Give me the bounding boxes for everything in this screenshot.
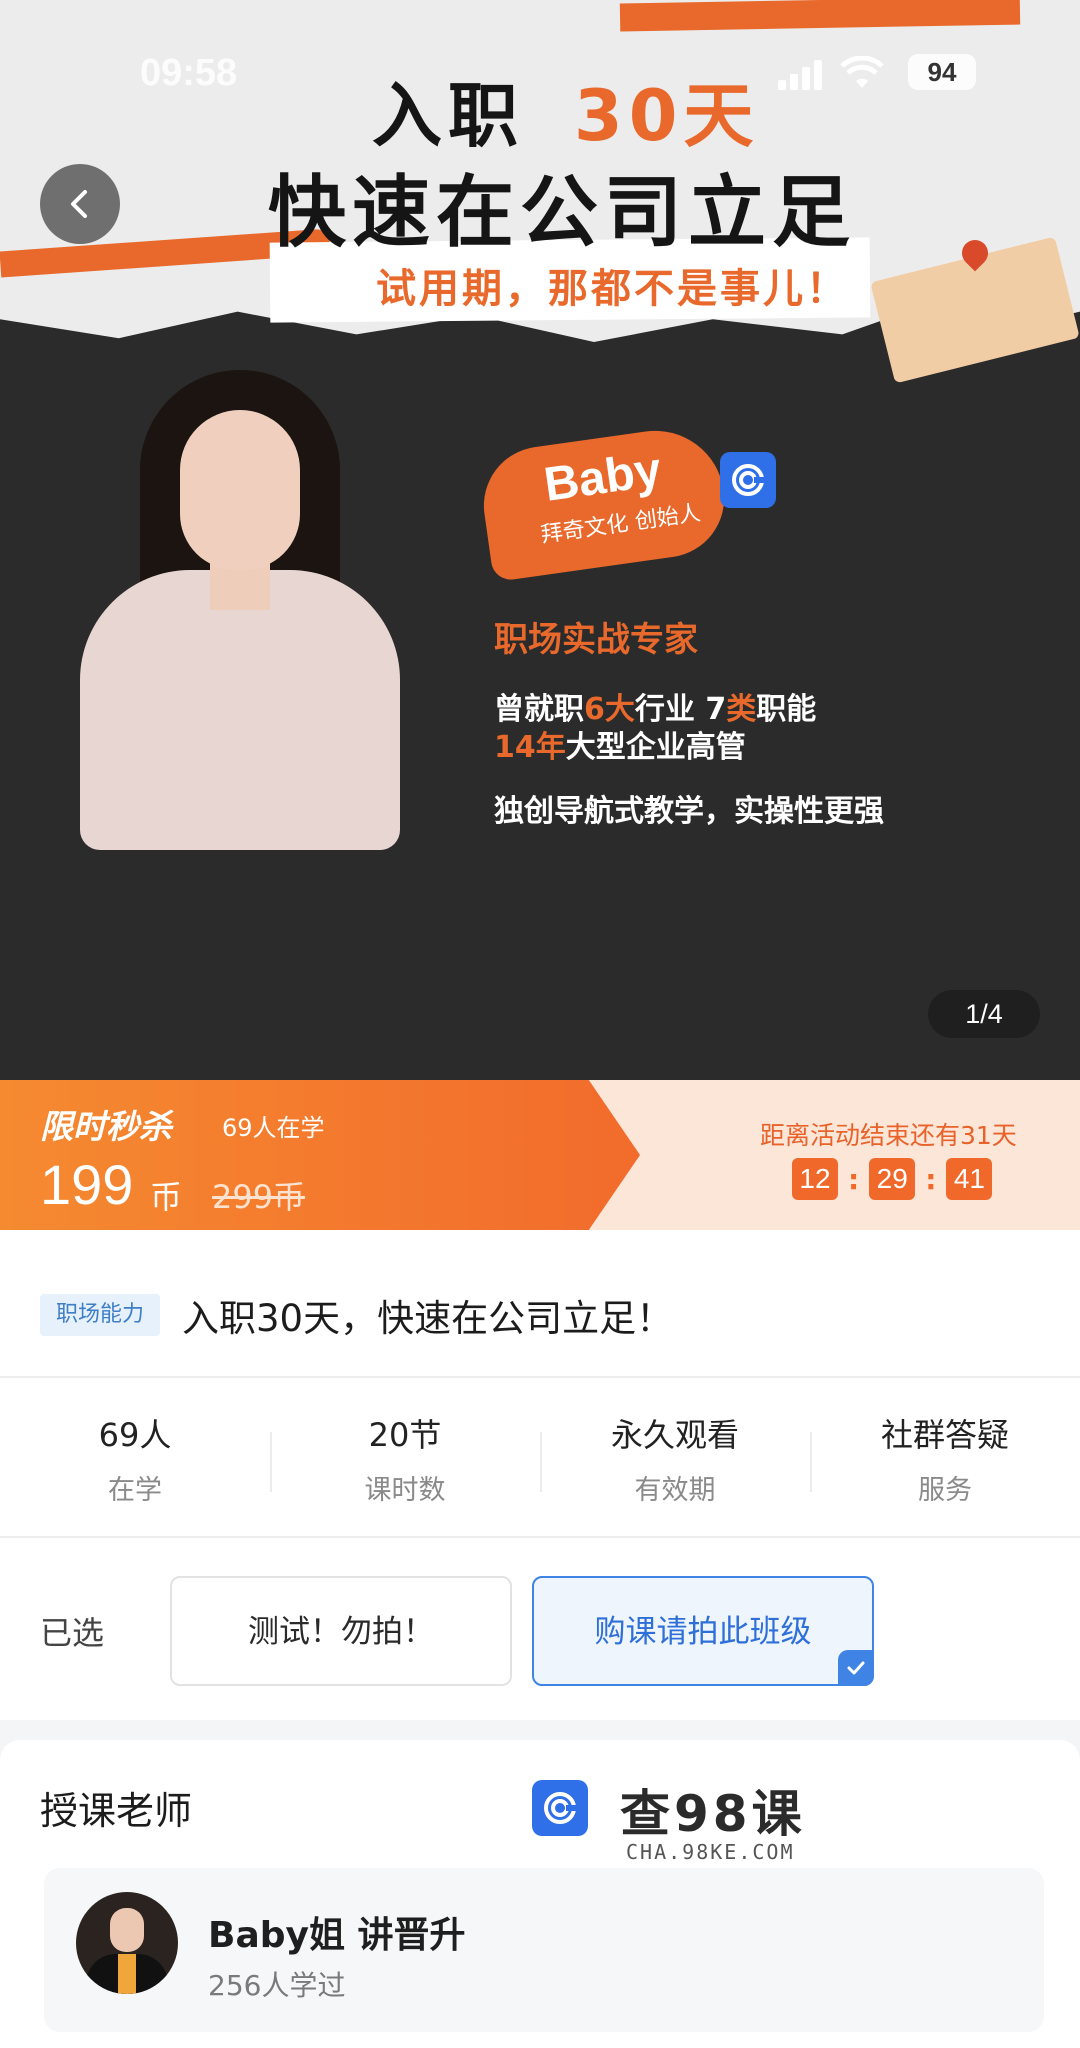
course-detail-page: 09:58 94 入职30天 快速在公司立足 试用期，那都不是事儿！ Baby: [0, 0, 1080, 2048]
teaching-style: 独创导航式教学，实操性更强: [494, 794, 884, 829]
divider: [0, 1536, 1080, 1538]
countdown-caption: 距离活动结束还有31天: [760, 1121, 1017, 1150]
teacher-name: Baby姐 讲晋升: [208, 1915, 466, 1956]
instructor-seniority: 14年大型企业高管: [494, 730, 746, 765]
class-option-test[interactable]: 测试！勿拍！: [170, 1576, 512, 1686]
stat-learners: 69人 在学: [98, 1416, 172, 1506]
countdown-seconds: 41: [946, 1158, 993, 1200]
chevron-left-icon: [71, 190, 87, 218]
flash-sale-tag: 限时秒杀: [40, 1107, 172, 1146]
course-stats: 69人 在学 20节 课时数 永久观看 有效期 社群答疑 服务: [0, 1410, 1080, 1520]
teacher-learners: 256人学过: [208, 1969, 346, 2002]
status-time: 09:58: [140, 52, 238, 94]
hero-banner[interactable]: 09:58 94 入职30天 快速在公司立足 试用期，那都不是事儿！ Baby: [0, 0, 1080, 1080]
stat-service: 社群答疑 服务: [810, 1410, 1080, 1520]
banner-subtitle: 试用期，那都不是事儿！: [376, 266, 849, 312]
selected-class-label: 已选: [40, 1614, 105, 1652]
checkmark-icon: [838, 1650, 874, 1686]
watermark-url: CHA.98KE.COM: [626, 1840, 795, 1864]
original-price: 299币: [212, 1178, 306, 1216]
watermark-logo-icon: [532, 1780, 588, 1836]
watermark-text: 查98课: [620, 1785, 806, 1843]
stat-validity: 永久观看 有效期: [540, 1410, 810, 1520]
countdown-hours: 12: [792, 1158, 838, 1200]
teacher-card[interactable]: Baby姐 讲晋升 256人学过: [44, 1868, 1044, 2032]
stat-lessons: 20节 课时数: [270, 1410, 540, 1520]
sale-price: 199: [40, 1153, 134, 1216]
avatar: [76, 1892, 178, 1994]
banner-title-accent: 30天: [574, 75, 760, 157]
carousel-pager: 1/4: [928, 990, 1040, 1038]
battery-indicator: 94: [908, 54, 976, 90]
flash-sale-bar: 限时秒杀 69人在学 199 币 299币 距离活动结束还有31天 12 : 2…: [0, 1080, 1080, 1230]
category-tag: 职场能力: [40, 1294, 160, 1336]
back-button[interactable]: [40, 164, 120, 244]
flash-sale-learners: 69人在学: [222, 1114, 325, 1142]
signal-icon: [778, 60, 822, 90]
countdown-timer: 12 : 29 : 41: [792, 1158, 993, 1200]
sale-price-unit: 币: [150, 1178, 183, 1216]
teacher-section: 授课老师 查98课 CHA.98KE.COM Baby姐 讲晋升 256人学过: [0, 1740, 1080, 2048]
course-title: 入职30天，快速在公司立足！: [182, 1297, 674, 1340]
class-option-label: 购课请拍此班级: [594, 1614, 812, 1650]
class-option-purchase[interactable]: 购课请拍此班级: [532, 1576, 874, 1686]
brand-logo-icon: [720, 452, 776, 508]
course-info-section: 职场能力 入职30天，快速在公司立足！ 69人 在学 20节 课时数 永久观看 …: [0, 1230, 1080, 1720]
banner-title-line1: 入职 30天: [372, 60, 759, 161]
instructor-title: 职场实战专家: [494, 620, 698, 660]
banner-title-prefix: 入职: [372, 75, 524, 157]
banner-title-line2: 快速在公司立足: [268, 168, 857, 258]
wifi-icon: [840, 56, 884, 88]
instructor-portrait: [80, 370, 410, 850]
countdown-minutes: 29: [869, 1158, 916, 1200]
divider: [0, 1376, 1080, 1378]
teacher-heading: 授课老师: [40, 1789, 193, 1833]
